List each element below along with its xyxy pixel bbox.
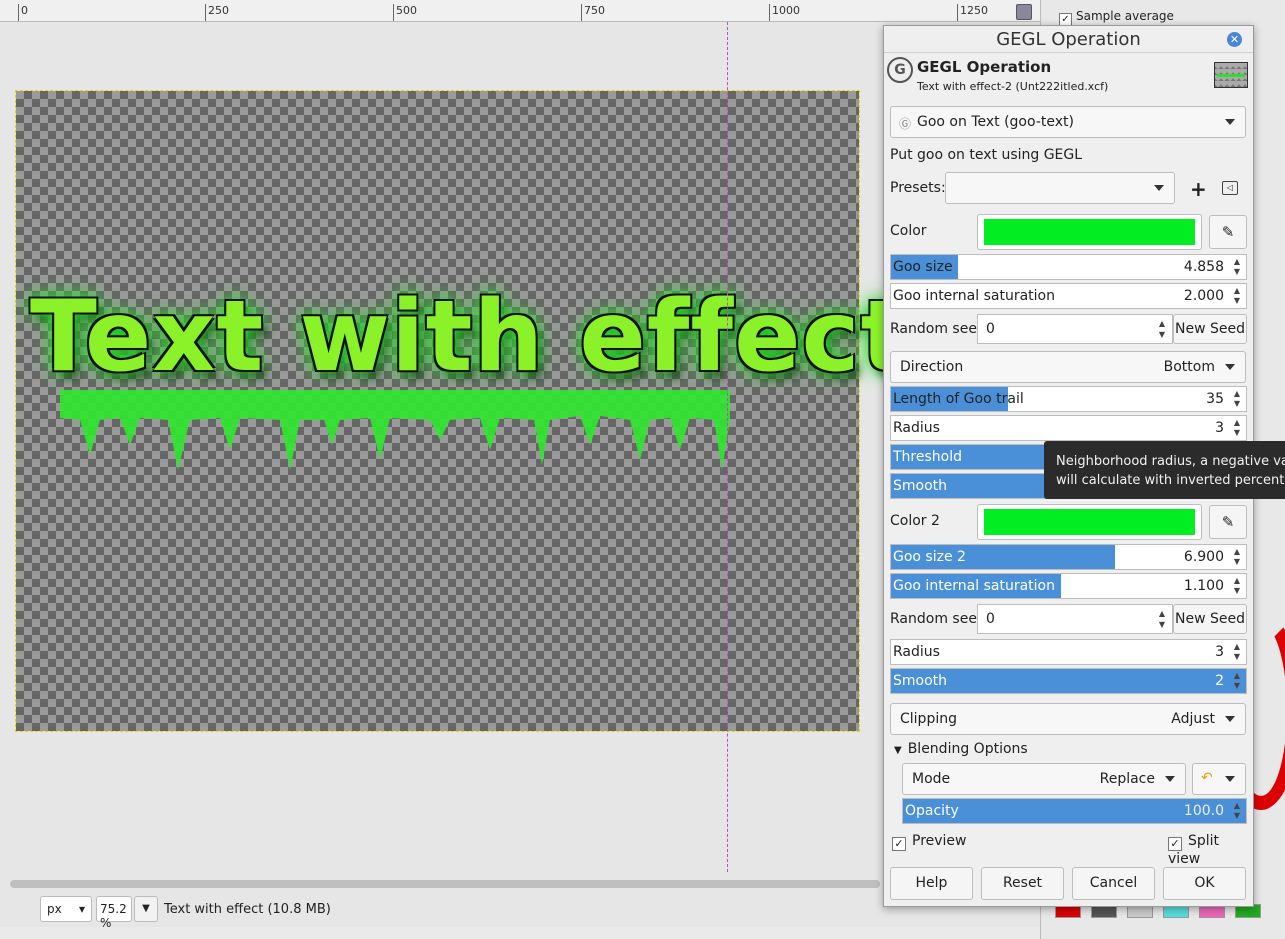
unit-selector[interactable]: px ▾ <box>40 896 92 922</box>
spin-arrows-icon[interactable]: ▲ ▼ <box>1230 642 1244 662</box>
goo-internal-saturation-2-slider[interactable]: Goo internal saturation 1.100 ▲ ▼ <box>890 573 1247 599</box>
checkmark-icon: ✓ <box>1168 837 1182 851</box>
expander-arrow-icon: ▼ <box>894 745 902 756</box>
direction-combo[interactable]: Direction Bottom <box>890 351 1246 383</box>
opacity-slider[interactable]: Opacity 100.0 ▲ ▼ <box>902 798 1247 824</box>
spin-arrows-icon[interactable]: ▲ ▼ <box>1230 547 1244 567</box>
length-goo-trail-slider[interactable]: Length of Goo trail 35 ▲ ▼ <box>890 386 1247 412</box>
chevron-down-icon <box>1165 776 1175 782</box>
spin-arrows-icon[interactable]: ▲ ▼ <box>1230 286 1244 306</box>
help-button[interactable]: Help <box>890 867 973 900</box>
tooltip: Neighborhood radius, a negative valu wil… <box>1044 441 1285 499</box>
ok-button[interactable]: OK <box>1163 867 1246 900</box>
radius-2-slider[interactable]: Radius 3 ▲ ▼ <box>890 639 1247 665</box>
operation-selector[interactable]: Ⓖ Goo on Text (goo-text) <box>890 106 1246 138</box>
status-text: Text with effect (10.8 MB) <box>164 902 331 917</box>
horizontal-scrollbar[interactable] <box>10 880 880 888</box>
zoom-dropdown-button[interactable]: ▼ <box>134 896 158 922</box>
spin-arrows-icon[interactable]: ▲ ▼ <box>1230 257 1244 277</box>
clipping-combo[interactable]: Clipping Adjust <box>890 703 1246 735</box>
reset-arrow-icon: ↶ <box>1201 770 1213 786</box>
gegl-icon: G <box>887 57 913 83</box>
reset-button[interactable]: Reset <box>981 867 1064 900</box>
ruler-tick: 1250 <box>957 4 988 21</box>
ruler-tick: 750 <box>581 4 605 21</box>
presets-label: Presets: <box>890 180 946 196</box>
ruler-tick: 0 <box>18 4 28 21</box>
canvas-text: Text with effect <box>30 280 909 394</box>
header-subtitle: Text with effect-2 (Unt222itled.xcf) <box>917 80 1109 93</box>
random-seed-2-input[interactable]: 0 ▲ ▼ <box>977 604 1173 634</box>
new-seed-2-button[interactable]: New Seed <box>1173 604 1247 634</box>
navigate-icon[interactable] <box>1016 4 1032 20</box>
color-picker-icon[interactable]: ✎ <box>1209 505 1247 539</box>
color-picker-icon[interactable]: ✎ <box>1209 215 1247 249</box>
random-seed-input[interactable]: 0 ▲ ▼ <box>977 314 1173 344</box>
spin-arrows-icon[interactable]: ▲ ▼ <box>1156 608 1168 630</box>
color-swatch-fill <box>984 509 1195 535</box>
random-seed-2-label: Random seed <box>890 611 986 627</box>
chevron-down-icon <box>1225 776 1235 782</box>
spin-arrows-icon[interactable]: ▲ ▼ <box>1156 318 1168 340</box>
goo-internal-saturation-slider[interactable]: Goo internal saturation 2.000 ▲ ▼ <box>890 283 1247 309</box>
new-seed-button[interactable]: New Seed <box>1173 314 1247 344</box>
color2-label: Color 2 <box>890 513 940 529</box>
chevron-down-icon <box>1225 716 1235 722</box>
add-preset-icon[interactable]: + <box>1190 177 1207 201</box>
dialog-title: GEGL Operation <box>884 26 1253 53</box>
chevron-down-icon <box>1225 364 1235 370</box>
preview-checkbox[interactable]: ✓ Preview <box>892 833 967 851</box>
cancel-button[interactable]: Cancel <box>1072 867 1155 900</box>
color-label: Color <box>890 223 927 239</box>
spin-arrows-icon[interactable]: ▲ ▼ <box>1230 801 1244 821</box>
mode-combo[interactable]: Mode Replace <box>902 763 1186 795</box>
ruler-tick: 1000 <box>769 4 800 21</box>
close-icon[interactable]: ✕ <box>1227 32 1242 47</box>
spin-arrows-icon[interactable]: ▲ ▼ <box>1230 389 1244 409</box>
chevron-down-icon <box>1154 185 1164 191</box>
zoom-input[interactable]: 75.2 % <box>96 896 132 930</box>
goo-size-slider[interactable]: Goo size 4.858 ▲ ▼ <box>890 254 1247 280</box>
smooth-2-slider[interactable]: Smooth 2 ▲ ▼ <box>890 668 1247 694</box>
goo-size-2-slider[interactable]: Goo size 2 6.900 ▲ ▼ <box>890 544 1247 570</box>
gegl-icon: Ⓖ <box>899 117 912 131</box>
spin-arrows-icon[interactable]: ▲ ▼ <box>1230 671 1244 691</box>
dialog-header: G GEGL Operation Text with effect-2 (Unt… <box>884 54 1253 96</box>
preset-menu-icon[interactable]: ◁ <box>1222 181 1238 195</box>
statusbar: px ▾ 75.2 % ▼ Text with effect (10.8 MB) <box>0 893 885 930</box>
random-seed-label: Random seed <box>890 321 986 337</box>
header-title: GEGL Operation <box>917 58 1052 76</box>
vertical-guide <box>727 22 728 872</box>
operation-description: Put goo on text using GEGL <box>890 147 1083 163</box>
spin-arrows-icon[interactable]: ▲ ▼ <box>1230 576 1244 596</box>
presets-combo[interactable] <box>945 172 1175 204</box>
horizontal-ruler[interactable]: 0 250 500 750 1000 1250 <box>0 0 1040 22</box>
radius-slider[interactable]: Radius 3 ▲ ▼ <box>890 415 1247 441</box>
goo-drips <box>60 390 730 470</box>
ruler-tick: 250 <box>205 4 229 21</box>
ruler-tick: 500 <box>393 4 417 21</box>
chevron-down-icon <box>1225 119 1235 125</box>
chevron-down-icon: ▾ <box>78 902 85 916</box>
color2-button[interactable] <box>977 504 1202 540</box>
split-view-checkbox[interactable]: ✓ Split view <box>1168 833 1253 867</box>
sample-average-checkbox[interactable]: ✓ Sample average <box>1059 9 1174 26</box>
spin-arrows-icon[interactable]: ▲ ▼ <box>1230 418 1244 438</box>
composite-mode-button[interactable]: ↶ <box>1192 763 1246 795</box>
layer-thumbnail <box>1214 62 1248 88</box>
blending-options-expander[interactable]: ▼ Blending Options <box>894 741 1028 757</box>
checkmark-icon: ✓ <box>892 837 906 851</box>
color-button[interactable] <box>977 214 1202 250</box>
color-swatch-fill <box>984 219 1195 245</box>
